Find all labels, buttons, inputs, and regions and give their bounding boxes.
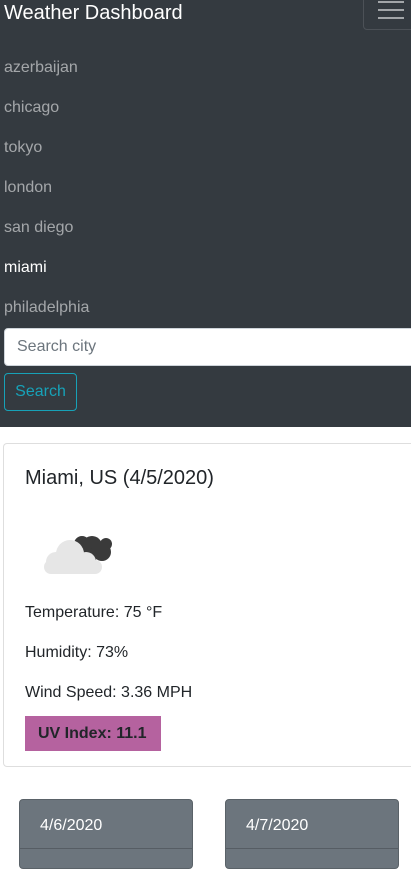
city-item-san-diego[interactable]: san diego — [4, 216, 89, 256]
wind-speed-text: Wind Speed: 3.36 MPH — [25, 684, 193, 701]
forecast-divider — [20, 848, 192, 849]
search-button[interactable]: Search — [4, 373, 77, 411]
city-item-tokyo[interactable]: tokyo — [4, 136, 89, 176]
city-history-list: azerbaijan chicago tokyo london san dieg… — [4, 56, 89, 336]
uv-index-badge: UV Index: 11.1 — [25, 716, 161, 751]
forecast-divider — [226, 848, 398, 849]
forecast-date: 4/7/2020 — [246, 817, 309, 834]
temperature-text: Temperature: 75 °F — [25, 604, 163, 621]
current-weather-card: Miami, US (4/5/2020) Temperature: 75 °F … — [3, 443, 411, 767]
search-input[interactable] — [4, 328, 411, 366]
humidity-text: Humidity: 73% — [25, 644, 129, 661]
menu-toggle-button[interactable] — [363, 0, 411, 30]
city-item-azerbaijan[interactable]: azerbaijan — [4, 56, 89, 96]
navbar: Weather Dashboard azerbaijan chicago tok… — [0, 0, 411, 427]
city-item-chicago[interactable]: chicago — [4, 96, 89, 136]
city-item-miami[interactable]: miami — [4, 256, 89, 296]
current-city-title: Miami, US (4/5/2020) — [25, 467, 214, 489]
forecast-card: 4/6/2020 — [19, 799, 193, 869]
city-item-london[interactable]: london — [4, 176, 89, 216]
partly-cloudy-icon — [34, 524, 118, 583]
app-title[interactable]: Weather Dashboard — [4, 1, 183, 25]
forecast-card: 4/7/2020 — [225, 799, 399, 869]
forecast-date: 4/6/2020 — [40, 817, 103, 834]
